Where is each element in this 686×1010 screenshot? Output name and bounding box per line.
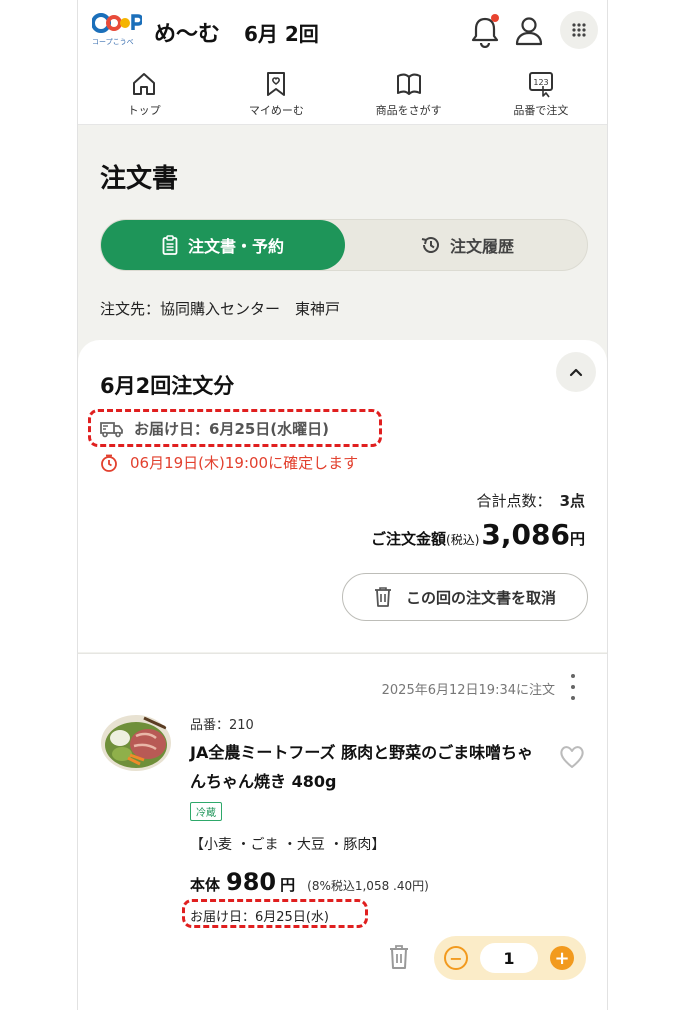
nav-item-top[interactable]: トップ [78,66,210,124]
number-pad-icon: 123 [528,72,553,98]
remove-item-trash-icon[interactable] [388,944,410,970]
refrigerated-badge: 冷蔵 [190,802,222,821]
price-value: 980 [226,868,277,896]
deadline-text: 06月19日(木)19:00に確定します [130,454,359,472]
chevron-up-icon [569,368,583,377]
increase-quantity-button[interactable]: + [550,946,574,970]
order-round: 6月 2回 [244,22,319,46]
order-destination: 注文先：協同購入センター 東神戸 [100,300,341,318]
nav-item-order-by-number[interactable]: 123 品番で注文 [475,66,607,124]
menu-grid-button[interactable] [560,11,598,49]
count-value: 3点 [559,492,585,510]
count-label: 合計点数： [476,492,552,510]
cancel-order-button[interactable]: この回の注文書を取消 [342,573,588,621]
home-icon [133,73,156,95]
price-tax-included: (8%税込1,058 .40円) [307,879,429,893]
more-options-icon[interactable] [568,674,578,700]
bookmark-heart-icon [267,72,286,96]
delivery-date: お届け日：6月25日(水曜日) [100,418,329,439]
clipboard-icon [162,235,178,255]
logo-subtitle: コープこうべ [92,38,134,46]
svg-text:123: 123 [533,78,548,87]
order-summary-card: 6月2回注文分 お届け日：6月25日(水曜日) 06月19日(木)19:00に確… [78,340,607,652]
collapse-button[interactable] [556,352,596,392]
page-title: 注文書 [100,164,179,194]
notification-bell-icon[interactable] [470,14,500,49]
item-name[interactable]: JA全農ミートフーズ 豚肉と野菜のごま味噌ちゃんちゃん焼き 480g [190,738,540,796]
coop-logo[interactable]: コープこうべ [92,10,142,54]
quantity-value[interactable]: 1 [480,943,538,973]
item-delivery-date: お届け日：6月25日(水) [190,910,329,925]
order-total: ご注文金額 (税込) 3,086 円 [371,518,585,551]
kebab-dot [571,696,575,700]
price-unit: 円 [280,876,296,894]
product-image[interactable] [100,714,172,772]
nav-label: マイめーむ [248,104,304,117]
grid-icon [572,23,586,37]
tab-switcher: 注文書・予約 注文履歴 [100,219,588,271]
tab-order-form[interactable]: 注文書・予約 [101,220,345,270]
order-item: 2025年6月12日19:34に注文 品番：210 JA全農ミートフーズ 豚肉と… [78,653,607,1010]
order-round-title: 6月2回注文分 [100,374,235,398]
total-amount: 3,086 [481,518,570,551]
ordered-at: 2025年6月12日19:34に注文 [381,683,555,698]
delivery-date-text: お届け日：6月25日(水曜日) [134,420,330,438]
timer-icon [101,454,117,472]
nav-label: 品番で注文 [513,104,569,117]
user-icon[interactable] [514,14,544,48]
brand-name: め〜む [154,22,221,47]
kebab-dot [571,674,575,678]
total-label: ご注文金額 [371,530,447,548]
nav-item-my-memu[interactable]: マイめーむ [210,66,342,124]
nav-item-search-products[interactable]: 商品をさがす [343,66,475,124]
top-bar: コープこうべ め〜む 6月 2回 トップ マイめーむ 商品をさがす 123 品番… [78,0,607,125]
history-icon [421,237,439,253]
logo-mark [92,10,142,36]
delivery-truck-icon [100,421,123,437]
nav-label: 商品をさがす [375,104,442,117]
allergen-list: 【小麦 ・ごま ・大豆 ・豚肉】 [190,837,386,853]
item-number: 品番：210 [190,718,254,733]
coop-logo-mark [92,13,142,33]
tab-label: 注文履歴 [449,237,514,256]
total-count: 合計点数： 3点 [477,490,585,511]
favorite-heart-icon[interactable] [558,744,586,770]
main-nav: トップ マイめーむ 商品をさがす 123 品番で注文 [78,66,607,124]
decrease-quantity-button[interactable]: − [444,946,468,970]
trash-icon [374,587,391,607]
price-label: 本体 [190,876,221,894]
app-frame: コープこうべ め〜む 6月 2回 トップ マイめーむ 商品をさがす 123 品番… [77,0,608,1010]
tab-order-history[interactable]: 注文履歴 [345,220,589,270]
kebab-dot [571,685,575,689]
nav-label: トップ [127,104,161,117]
item-price: 本体 980 円 (8%税込1,058 .40円) [190,868,429,896]
book-icon [396,73,421,95]
cancel-order-label: この回の注文書を取消 [405,588,556,607]
total-unit: 円 [569,530,585,548]
tab-label: 注文書・予約 [187,237,284,256]
notification-dot [491,14,499,22]
order-deadline: 06月19日(木)19:00に確定します [100,452,358,473]
total-tax-note: (税込) [446,533,480,547]
quantity-stepper: − 1 + [434,936,586,980]
